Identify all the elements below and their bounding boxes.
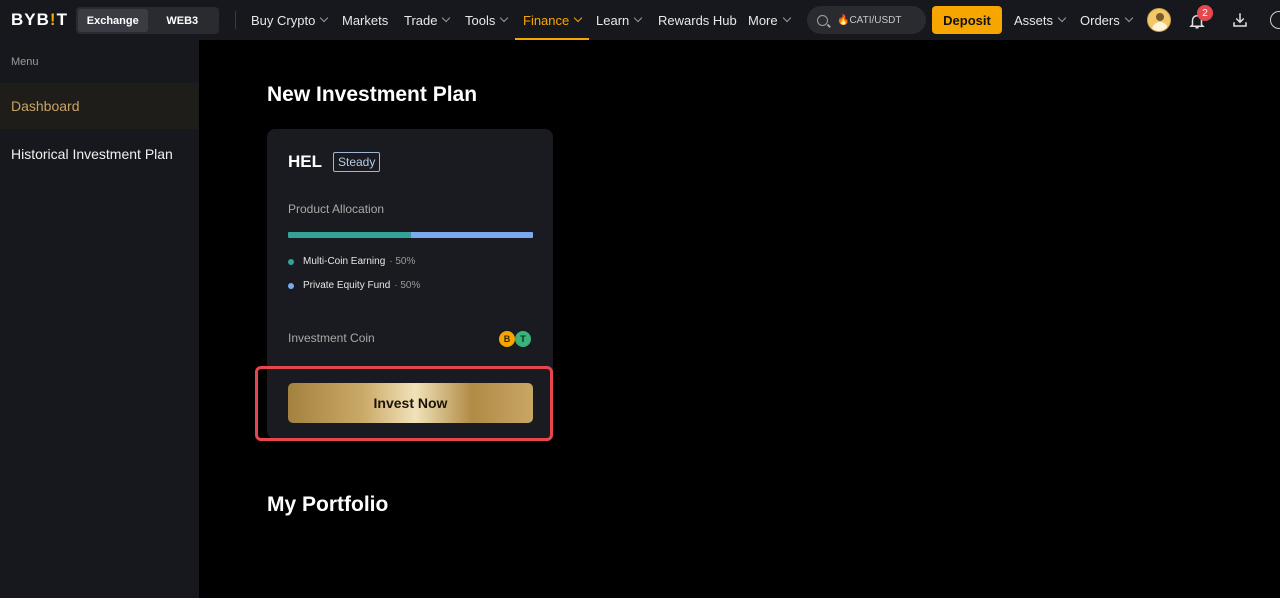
nav-label: Trade — [404, 12, 438, 28]
sidebar-item-dashboard[interactable]: Dashboard — [0, 83, 199, 129]
nav-markets[interactable]: Markets — [342, 0, 388, 40]
chevron-down-icon — [500, 13, 509, 23]
btc-coin-icon: B — [499, 331, 515, 347]
top-navbar: BYB!T Exchange WEB3 Buy Crypto Markets T… — [0, 0, 1280, 40]
allocation-legend-item: Private Equity Fund · 50% — [288, 280, 420, 291]
nav-label: Tools — [465, 12, 496, 28]
risk-tag: Steady — [333, 152, 381, 172]
investment-coin-label: Investment Coin — [288, 331, 375, 345]
tab-exchange[interactable]: Exchange — [78, 9, 148, 32]
usdt-coin-icon: T — [515, 331, 531, 347]
allocation-label: Product Allocation — [288, 202, 385, 216]
invest-now-button[interactable]: Invest Now — [288, 383, 533, 423]
nav-label: Assets — [1014, 12, 1054, 28]
chevron-down-icon — [1057, 13, 1067, 23]
logo-text: BYB — [11, 10, 50, 29]
nav-more[interactable]: More — [748, 0, 791, 40]
chevron-down-icon — [634, 13, 643, 23]
search-value: 🔥CATI/USDT — [837, 14, 902, 26]
mode-switcher: Exchange WEB3 — [76, 7, 219, 34]
nav-label: Buy Crypto — [251, 12, 316, 28]
allocation-bar — [288, 232, 533, 238]
nav-label: Finance — [523, 12, 570, 28]
nav-learn[interactable]: Learn — [596, 0, 643, 40]
allocation-legend-item: Multi-Coin Earning · 50% — [288, 256, 415, 267]
download-icon[interactable] — [1231, 11, 1249, 29]
legend-percent: · 50% — [389, 256, 416, 267]
tab-web3[interactable]: WEB3 — [148, 9, 218, 32]
avatar-body — [1152, 22, 1168, 31]
legend-dot — [288, 258, 294, 265]
deposit-button[interactable]: Deposit — [932, 6, 1002, 34]
allocation-segment-private-equity — [410, 232, 533, 238]
nav-label: More — [748, 12, 778, 28]
legend-percent: · 50% — [394, 280, 421, 291]
chevron-down-icon — [442, 13, 451, 23]
chevron-down-icon — [320, 13, 329, 23]
avatar[interactable] — [1147, 8, 1171, 32]
sidebar: Menu Dashboard Historical Investment Pla… — [0, 40, 199, 598]
nav-rewards-hub[interactable]: Rewards Hub — [658, 0, 737, 40]
search-input[interactable]: 🔥CATI/USDT — [807, 6, 926, 34]
nav-finance[interactable]: Finance — [514, 0, 590, 40]
sidebar-item-historical-investment-plan[interactable]: Historical Investment Plan — [0, 131, 199, 177]
nav-orders[interactable]: Orders — [1080, 0, 1133, 40]
legend-name: Private Equity Fund — [303, 280, 391, 291]
notification-badge: 2 — [1197, 5, 1213, 21]
page-title: New Investment Plan — [267, 83, 478, 106]
nav-label: Learn — [596, 12, 630, 28]
chevron-down-icon — [1124, 13, 1133, 23]
search-icon — [817, 14, 828, 26]
bybit-logo[interactable]: BYB!T — [11, 11, 68, 29]
globe-icon[interactable] — [1270, 11, 1280, 29]
nav-tools[interactable]: Tools — [465, 0, 509, 40]
nav-label: Orders — [1080, 12, 1120, 28]
nav-trade[interactable]: Trade — [404, 0, 451, 40]
logo-accent: ! — [49, 10, 57, 29]
menu-label: Menu — [11, 56, 39, 68]
nav-buy-crypto[interactable]: Buy Crypto — [251, 0, 329, 40]
nav-divider — [235, 11, 236, 29]
portfolio-title: My Portfolio — [267, 493, 389, 516]
nav-label: Markets — [342, 12, 389, 28]
avatar-head — [1156, 13, 1164, 21]
chevron-down-icon — [574, 13, 583, 23]
chevron-down-icon — [782, 13, 791, 23]
legend-name: Multi-Coin Earning — [303, 256, 386, 267]
logo-text-end: T — [56, 10, 68, 29]
allocation-segment-multi-coin — [288, 232, 411, 238]
nav-label: Rewards Hub — [658, 12, 737, 28]
legend-dot — [288, 282, 294, 289]
nav-assets[interactable]: Assets — [1014, 0, 1067, 40]
plan-name: HEL — [288, 152, 322, 171]
